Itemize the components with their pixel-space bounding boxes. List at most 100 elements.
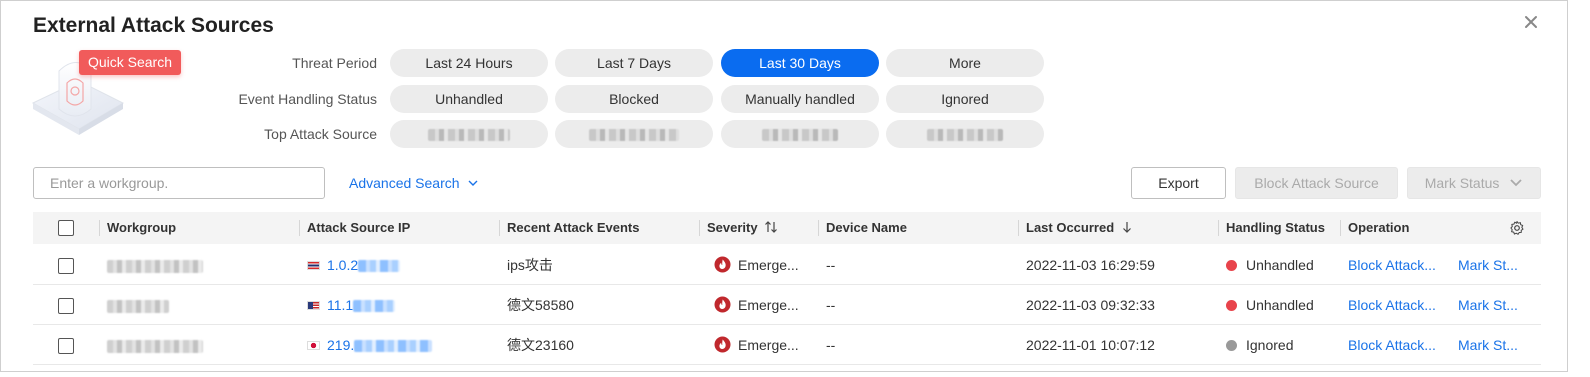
status-filter-manually-handled[interactable]: Manually handled	[721, 85, 879, 113]
status-filter-unhandled[interactable]: Unhandled	[390, 85, 548, 113]
column-divider	[699, 220, 700, 236]
redacted-value	[107, 339, 203, 353]
last-occurred-cell: 2022-11-01 10:07:12	[1026, 337, 1155, 353]
workgroup-cell	[107, 285, 169, 325]
device-name-cell: --	[826, 257, 836, 273]
fire-icon	[714, 296, 731, 313]
severity-label: Emerge...	[738, 337, 799, 353]
block-attack-source-link[interactable]: Block Attack...	[1348, 285, 1436, 325]
top-attack-source-option[interactable]	[390, 120, 548, 148]
thailand-flag-icon	[307, 261, 320, 270]
threat-period-last-24-hours[interactable]: Last 24 Hours	[390, 49, 548, 77]
workgroup-cell	[107, 325, 203, 365]
threat-period-last-30-days[interactable]: Last 30 Days	[721, 49, 879, 77]
device-name-cell: --	[826, 337, 836, 353]
block-attack-source-link[interactable]: Block Attack...	[1348, 245, 1436, 285]
column-operation: Operation	[1348, 220, 1410, 235]
severity-label: Emerge...	[738, 257, 799, 273]
status-dot	[1226, 260, 1237, 271]
column-device-name: Device Name	[826, 220, 907, 235]
threat-period-label: Threat Period	[292, 55, 377, 71]
column-divider	[1218, 220, 1219, 236]
redacted-value	[589, 129, 679, 142]
column-workgroup: Workgroup	[107, 220, 177, 235]
column-severity[interactable]: Severity	[707, 212, 778, 244]
attack-source-ip-cell[interactable]: 11.1	[307, 285, 396, 325]
mark-status-button[interactable]: Mark Status	[1407, 167, 1541, 199]
attack-source-ip-link[interactable]: 11.1	[327, 297, 353, 313]
sort-icon[interactable]	[764, 220, 778, 234]
attack-source-ip-link[interactable]: 1.0.2	[327, 257, 358, 273]
attack-source-ip-cell[interactable]: 1.0.2	[307, 245, 401, 285]
status-label: Unhandled	[1246, 257, 1314, 273]
severity-cell: Emerge...	[714, 285, 799, 325]
usa-flag-icon	[307, 301, 320, 310]
column-severity-label: Severity	[707, 220, 758, 235]
attack-source-ip-cell[interactable]: 219.	[307, 325, 433, 365]
last-occurred-cell: 2022-11-03 09:32:33	[1026, 297, 1155, 313]
chevron-down-icon	[468, 180, 478, 186]
severity-cell: Emerge...	[714, 245, 799, 285]
chevron-down-icon	[1510, 179, 1522, 187]
workgroup-search-input[interactable]	[33, 167, 325, 199]
handling-status-cell: Unhandled	[1226, 285, 1314, 325]
advanced-search-label: Advanced Search	[349, 175, 460, 191]
quick-search-badge: Quick Search	[79, 50, 181, 75]
close-icon[interactable]	[1520, 11, 1542, 33]
block-attack-source-link[interactable]: Block Attack...	[1348, 325, 1436, 365]
mark-status-link[interactable]: Mark St...	[1458, 325, 1518, 365]
recent-attack-event-cell: 德文58580	[507, 297, 574, 313]
export-button[interactable]: Export	[1131, 167, 1226, 199]
column-last-occurred-label: Last Occurred	[1026, 220, 1115, 235]
column-divider	[818, 220, 819, 236]
external-attack-sources-dialog: External Attack Sources Quick Search Thr…	[0, 0, 1568, 372]
attack-source-ip-link[interactable]: 219.	[327, 337, 354, 353]
recent-attack-event-cell: ips攻击	[507, 257, 553, 273]
mark-status-link[interactable]: Mark St...	[1458, 245, 1518, 285]
threat-period-more[interactable]: More	[886, 49, 1044, 77]
column-last-occurred[interactable]: Last Occurred	[1026, 212, 1133, 244]
column-divider	[99, 220, 100, 236]
row-checkbox[interactable]	[58, 258, 74, 274]
select-all-checkbox[interactable]	[58, 220, 74, 236]
column-attack-source-ip: Attack Source IP	[307, 220, 411, 235]
column-handling-status: Handling Status	[1226, 220, 1325, 235]
redacted-value	[107, 299, 169, 313]
handling-status-cell: Unhandled	[1226, 245, 1314, 285]
handling-status-cell: Ignored	[1226, 325, 1293, 365]
table-row[interactable]: 11.1 德文58580 Emerge... -- 2022-11-03 09:…	[33, 285, 1541, 325]
status-label: Unhandled	[1246, 297, 1314, 313]
redacted-value	[927, 129, 1003, 142]
threat-period-last-7-days[interactable]: Last 7 Days	[555, 49, 713, 77]
status-filter-blocked[interactable]: Blocked	[555, 85, 713, 113]
gear-icon[interactable]	[1509, 220, 1525, 236]
table-row[interactable]: 219. 德文23160 Emerge... -- 2022-11-01 10:…	[33, 325, 1541, 365]
column-divider	[299, 220, 300, 236]
top-attack-source-label: Top Attack Source	[264, 126, 377, 142]
redacted-value	[107, 259, 203, 273]
severity-cell: Emerge...	[714, 325, 799, 365]
top-attack-source-option[interactable]	[721, 120, 879, 148]
table-header: Workgroup Attack Source IP Recent Attack…	[33, 212, 1541, 244]
status-label: Ignored	[1246, 337, 1294, 353]
top-attack-source-option[interactable]	[886, 120, 1044, 148]
column-recent-attack-events: Recent Attack Events	[507, 220, 640, 235]
arrow-down-icon[interactable]	[1121, 220, 1133, 234]
row-checkbox[interactable]	[58, 338, 74, 354]
top-attack-source-option[interactable]	[555, 120, 713, 148]
redacted-value	[762, 129, 838, 142]
redacted-value	[358, 260, 401, 273]
redacted-value	[354, 340, 433, 353]
status-dot	[1226, 300, 1237, 311]
fire-icon	[714, 256, 731, 273]
block-attack-source-button[interactable]: Block Attack Source	[1235, 167, 1398, 199]
table-row[interactable]: 1.0.2 ips攻击 Emerge... -- 2022-11-03 16:2…	[33, 245, 1541, 285]
status-filter-ignored[interactable]: Ignored	[886, 85, 1044, 113]
device-name-cell: --	[826, 297, 836, 313]
workgroup-cell	[107, 245, 203, 285]
mark-status-link[interactable]: Mark St...	[1458, 285, 1518, 325]
advanced-search-toggle[interactable]: Advanced Search	[349, 175, 479, 191]
last-occurred-cell: 2022-11-03 16:29:59	[1026, 257, 1155, 273]
event-handling-status-label: Event Handling Status	[238, 91, 377, 107]
row-checkbox[interactable]	[58, 298, 74, 314]
